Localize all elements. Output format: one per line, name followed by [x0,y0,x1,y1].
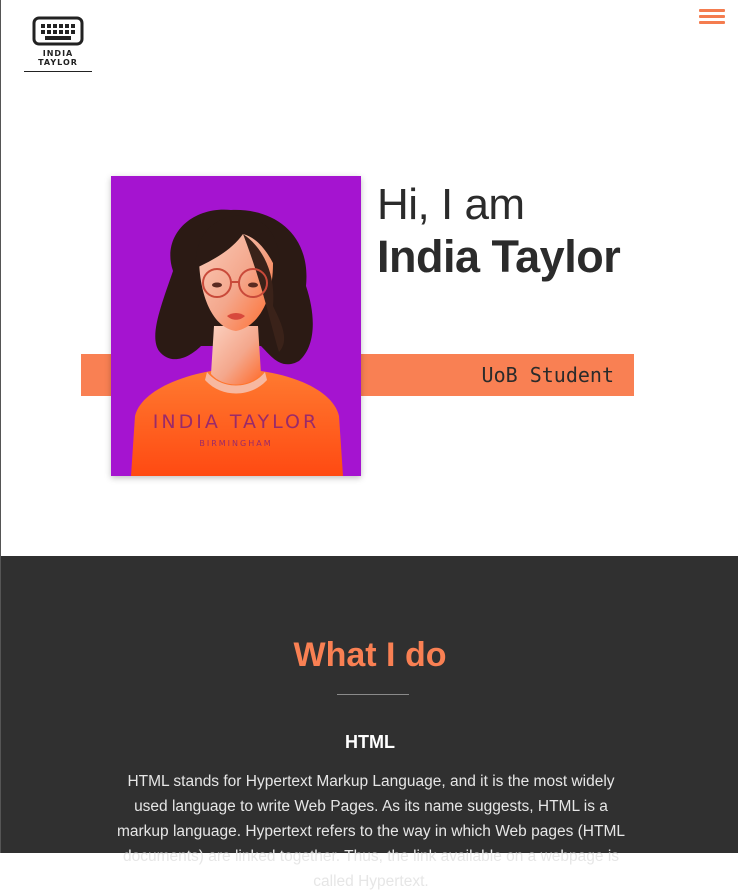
logo-underline [24,71,92,72]
portrait-illustration: INDIA TAYLOR BIRMINGHAM [111,176,361,476]
section-divider [337,694,409,695]
hero-greeting: Hi, I am [377,180,525,229]
menu-bar [699,15,725,18]
menu-bar [699,21,725,24]
hamburger-menu-icon[interactable] [699,9,725,25]
section-title: What I do [293,636,447,674]
portrait-name-text: INDIA TAYLOR [153,411,319,433]
keyboard-icon [32,16,84,46]
logo-line-1: INDIA [42,49,74,58]
role-label: UoB Student [481,363,614,387]
logo-text: INDIA TAYLOR [23,49,93,67]
skill-title: HTML [345,732,395,752]
hero-name: India Taylor [377,231,621,282]
site-logo[interactable]: INDIA TAYLOR [23,16,93,76]
portrait-city-text: BIRMINGHAM [199,439,272,448]
menu-bar [699,9,725,12]
skill-description: HTML stands for Hypertext Markup Languag… [116,773,625,890]
what-i-do-section: What I do HTML HTML stands for Hypertext… [1,556,738,890]
logo-line-2: TAYLOR [38,58,78,67]
